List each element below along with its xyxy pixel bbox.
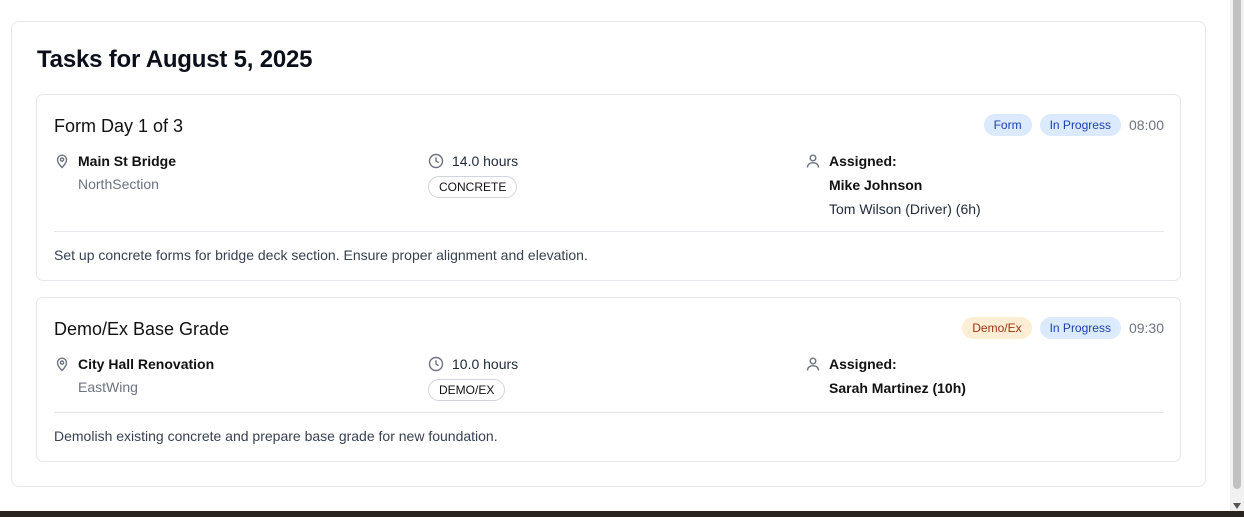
task-time: 08:00 [1128, 117, 1164, 133]
category-badge: Demo/Ex [962, 317, 1032, 339]
assigned-crew: Tom Wilson (Driver) (6h) [829, 201, 981, 217]
task-hours: 14.0 hours [452, 153, 519, 169]
user-icon [805, 153, 821, 169]
task-description: Demolish existing concrete and prepare b… [54, 428, 498, 444]
task-description: Set up concrete forms for bridge deck se… [54, 247, 588, 263]
tasks-panel: Tasks for August 5, 2025 Form Day 1 of 3… [11, 21, 1206, 487]
location-name: City Hall Renovation [78, 356, 215, 372]
map-pin-icon [54, 356, 70, 372]
location-column: Main St Bridge NorthSection [54, 152, 176, 192]
task-card[interactable]: Demo/Ex Base Grade Demo/Ex In Progress 0… [36, 297, 1181, 462]
location-section: NorthSection [78, 176, 159, 192]
taskbar-edge [0, 511, 1244, 517]
scrollbar-thumb[interactable] [1233, 0, 1241, 489]
hours-column: 14.0 hours CONCRETE [428, 152, 518, 198]
hours-column: 10.0 hours DEMO/EX [428, 355, 518, 401]
user-icon [805, 356, 821, 372]
task-meta: Demo/Ex In Progress 09:30 [962, 317, 1164, 339]
assigned-lead: Sarah Martinez (10h) [829, 380, 966, 396]
location-column: City Hall Renovation EastWing [54, 355, 214, 395]
vertical-scrollbar[interactable] [1230, 0, 1244, 511]
category-badge: Form [983, 114, 1032, 136]
assigned-column: Assigned: Mike Johnson Tom Wilson (Drive… [805, 152, 981, 218]
clock-icon [428, 153, 444, 169]
divider [54, 412, 1164, 413]
clock-icon [428, 356, 444, 372]
task-title: Form Day 1 of 3 [54, 116, 184, 136]
task-card[interactable]: Form Day 1 of 3 Form In Progress 08:00 M… [36, 94, 1181, 281]
task-time: 09:30 [1128, 320, 1164, 336]
status-badge: In Progress [1039, 114, 1121, 136]
task-title: Demo/Ex Base Grade [54, 319, 230, 339]
assigned-column: Assigned: Sarah Martinez (10h) [805, 355, 966, 397]
location-section: EastWing [78, 379, 138, 395]
scroll-down-arrow-icon[interactable] [1233, 503, 1241, 509]
location-name: Main St Bridge [78, 153, 177, 169]
status-badge: In Progress [1039, 317, 1121, 339]
divider [54, 231, 1164, 232]
task-meta: Form In Progress 08:00 [983, 114, 1164, 136]
assigned-label: Assigned: [829, 153, 897, 169]
task-hours: 10.0 hours [452, 356, 519, 372]
assigned-lead: Mike Johnson [829, 177, 923, 193]
trade-tag: CONCRETE [428, 176, 518, 198]
map-pin-icon [54, 153, 70, 169]
page-title: Tasks for August 5, 2025 [37, 46, 313, 73]
trade-tag: DEMO/EX [428, 379, 506, 401]
assigned-label: Assigned: [829, 356, 897, 372]
